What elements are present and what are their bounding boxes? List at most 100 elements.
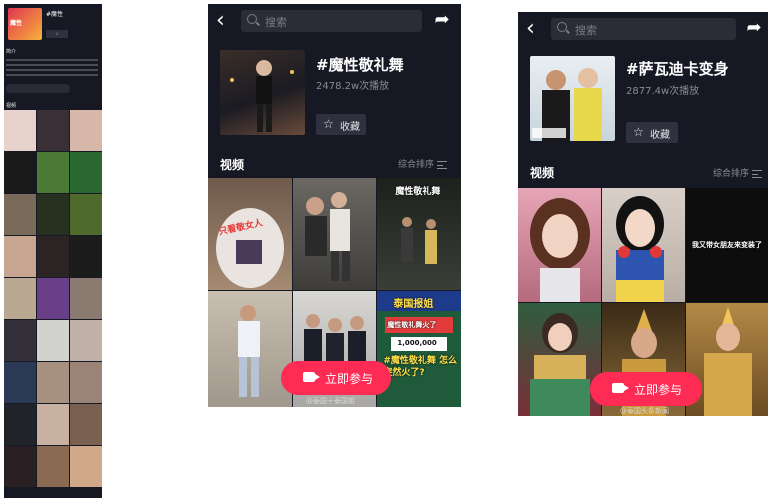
person-figure [530, 198, 590, 302]
video-tile[interactable] [70, 236, 102, 277]
phone-hashtag-salute-dance: ‹ 搜索 ➦ #魔性敬礼舞 2478.2w次播放 ☆ 收藏 视频 综合排序 只看… [208, 4, 461, 407]
search-icon [247, 14, 257, 24]
search-placeholder: 搜索 [575, 24, 597, 37]
hashtag-cover [530, 56, 615, 141]
video-tile[interactable] [4, 404, 36, 445]
back-arrow-icon[interactable]: ‹ [526, 17, 546, 41]
search-input[interactable]: 搜索 [241, 10, 422, 32]
video-tile[interactable] [37, 362, 69, 403]
video-tile[interactable] [4, 236, 36, 277]
top-bar: ‹ 搜索 ➦ [208, 4, 461, 40]
people-figures [304, 192, 350, 281]
video-tile[interactable] [4, 362, 36, 403]
hashtag-title: #萨瓦迪卡变身 [626, 60, 729, 78]
join-button[interactable]: 立即参与 [590, 372, 702, 406]
watermark: @泰国头条新闻 [620, 407, 669, 415]
videos-heading: 视频 [6, 103, 17, 109]
video-tile[interactable]: 只看敬女人 [208, 178, 292, 290]
share-icon[interactable]: ➦ [743, 17, 765, 39]
hanbok-figure [530, 313, 590, 416]
cover-text: 魔性 [10, 20, 23, 27]
sort-dropdown[interactable]: 综合排序 [713, 166, 763, 179]
collect-button[interactable]: ☆ 收藏 [316, 114, 366, 135]
intro-heading: 简介 [6, 49, 17, 55]
snow-white-figure [616, 196, 664, 302]
video-tile[interactable] [37, 320, 69, 361]
news-subtitle: 魔性敬礼舞火了 [387, 321, 437, 329]
join-button[interactable]: 立即参与 [281, 361, 391, 395]
video-tile[interactable]: 魔性敬礼舞 [377, 178, 461, 290]
dancer-figure [238, 305, 260, 397]
video-tile[interactable] [208, 291, 292, 407]
search-input[interactable]: 搜索 [551, 18, 736, 40]
video-tile[interactable] [70, 362, 102, 403]
video-tile[interactable] [602, 188, 685, 302]
phone-hashtag-page-mini: 魔性 #魔性 ☆ 简介 视频 [4, 4, 102, 498]
hashtag-title: #魔性敬礼舞 [316, 56, 404, 74]
videos-heading: 视频 [220, 158, 245, 172]
video-tile[interactable] [37, 278, 69, 319]
sort-icon [752, 169, 763, 178]
video-tile[interactable] [70, 110, 102, 151]
play-count: 2478.2w次播放 [316, 81, 390, 92]
screenshot-stage: 魔性 #魔性 ☆ 简介 视频 ‹ 搜索 ➦ #魔性敬礼舞 2478.2w次播放 … [0, 0, 768, 499]
video-tile[interactable] [70, 152, 102, 193]
news-headline: #魔性敬礼舞 怎么突然火了? [383, 356, 458, 378]
sort-icon [437, 160, 448, 169]
video-tile[interactable] [37, 446, 69, 487]
collect-button[interactable]: ☆ [46, 30, 68, 38]
camera-icon [612, 383, 629, 393]
join-label: 立即参与 [634, 383, 683, 397]
video-tile[interactable]: 我又带女朋友来变装了 [686, 188, 768, 302]
video-tile[interactable] [518, 303, 601, 416]
play-count: 2877.4w次播放 [626, 86, 700, 97]
video-tile[interactable] [70, 194, 102, 235]
people-figures [401, 217, 438, 264]
video-tile[interactable] [292, 178, 377, 290]
camera-icon [303, 372, 320, 382]
video-tile[interactable] [37, 236, 69, 277]
video-tile[interactable] [37, 110, 69, 151]
hashtag-title: #魔性 [46, 11, 64, 18]
video-tile[interactable] [4, 278, 36, 319]
video-tile[interactable] [37, 152, 69, 193]
share-icon[interactable]: ➦ [431, 9, 453, 31]
watermark: @泰国十泰国姐 [306, 397, 355, 405]
video-tile[interactable] [37, 404, 69, 445]
video-tile[interactable] [37, 194, 69, 235]
sort-dropdown[interactable]: 综合排序 [398, 157, 448, 170]
hashtag-cover [220, 50, 305, 135]
top-bar: ‹ 搜索 ➦ [518, 12, 768, 48]
two-people-figure [532, 68, 602, 141]
intro-text-lines [6, 56, 98, 80]
phone-hashtag-sawasdee-transform: ‹ 搜索 ➦ #萨瓦迪卡变身 2877.4w次播放 ☆ 收藏 视频 综合排序 我… [518, 12, 768, 416]
video-tile[interactable] [4, 446, 36, 487]
video-tile[interactable] [518, 188, 601, 302]
video-tile[interactable]: 泰国报姐 魔性敬礼舞火了 1,000,000 #魔性敬礼舞 怎么突然火了? [377, 291, 461, 407]
video-tile[interactable] [70, 404, 102, 445]
hashtag-cover: 魔性 [8, 8, 42, 40]
video-tile[interactable] [70, 320, 102, 361]
collect-button[interactable]: ☆ 收藏 [626, 122, 678, 143]
video-grid [4, 110, 102, 487]
dancer-figure [230, 60, 294, 132]
video-tile[interactable] [70, 446, 102, 487]
search-placeholder: 搜索 [265, 16, 287, 29]
search-icon [557, 22, 567, 32]
sort-label: 综合排序 [398, 160, 435, 170]
video-tile[interactable] [4, 194, 36, 235]
sort-label: 综合排序 [713, 169, 750, 179]
video-tile[interactable] [4, 320, 36, 361]
video-tile[interactable] [70, 278, 102, 319]
collect-label: 收藏 [340, 122, 360, 133]
star-icon: ☆ [323, 117, 334, 131]
videos-heading: 视频 [530, 166, 555, 180]
video-tile[interactable] [4, 152, 36, 193]
hashtag-header: 魔性 #魔性 ☆ [6, 6, 98, 44]
collect-label: 收藏 [650, 130, 670, 141]
related-tag-pill[interactable] [6, 84, 70, 93]
video-tile[interactable] [4, 110, 36, 151]
tile-caption: 泰国报姐 [393, 299, 434, 310]
tile-caption: 我又带女朋友来变装了 [692, 241, 762, 249]
back-arrow-icon[interactable]: ‹ [216, 9, 236, 33]
